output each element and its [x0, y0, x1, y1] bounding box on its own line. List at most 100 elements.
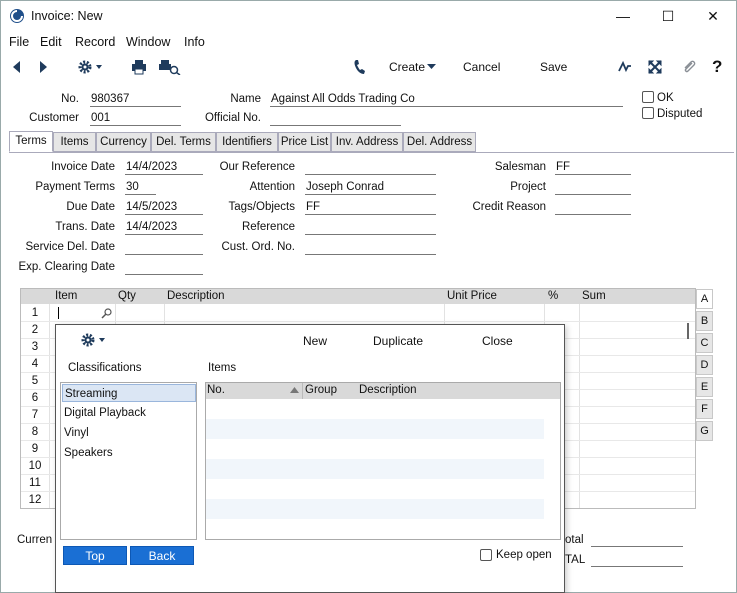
tab-del-address[interactable]: Del. Address [403, 132, 476, 152]
expand-icon[interactable] [648, 60, 662, 74]
currency-label: Curren [17, 534, 53, 546]
menu-window[interactable]: Window [126, 35, 170, 49]
tab-currency[interactable]: Currency [96, 132, 151, 152]
search-paste-icon[interactable] [101, 308, 113, 320]
project-field[interactable] [555, 180, 631, 195]
no-label: No. [61, 93, 79, 105]
ok-checkbox[interactable] [642, 91, 654, 103]
menu-record[interactable]: Record [75, 35, 115, 49]
top-button[interactable]: Top [63, 546, 127, 565]
print-preview-icon[interactable] [159, 59, 181, 75]
classification-item[interactable]: Streaming [62, 384, 196, 402]
app-icon [10, 9, 24, 23]
text-cursor [58, 307, 59, 319]
tab-price-list[interactable]: Price List [278, 132, 331, 152]
items-col-group[interactable]: Group [305, 384, 337, 396]
attention-field[interactable]: Joseph Conrad [305, 180, 436, 195]
credit-reason-field[interactable] [555, 200, 631, 215]
side-tab-g[interactable]: G [696, 421, 713, 441]
attachment-icon[interactable] [682, 59, 696, 75]
service-del-date-field[interactable] [125, 240, 203, 255]
tags-objects-field[interactable]: FF [305, 200, 436, 215]
name-field[interactable]: Against All Odds Trading Co [270, 92, 623, 107]
side-tab-e[interactable]: E [696, 377, 713, 397]
items-col-no[interactable]: No. [207, 384, 225, 396]
popup-gear-icon[interactable] [80, 332, 108, 348]
our-reference-label: Our Reference [219, 161, 295, 173]
menu-file[interactable]: File [9, 35, 29, 49]
phone-icon[interactable] [353, 59, 367, 75]
menu-info[interactable]: Info [184, 35, 205, 49]
tab-identifiers[interactable]: Identifiers [216, 132, 278, 152]
disputed-label: Disputed [657, 108, 703, 120]
col-item: Item [55, 290, 78, 302]
tags-objects-label: Tags/Objects [228, 201, 295, 213]
payment-terms-field[interactable]: 30 [125, 180, 156, 195]
cust-ord-no-field[interactable] [305, 240, 436, 255]
popup-close-button[interactable]: Close [482, 334, 513, 348]
help-icon[interactable]: ? [712, 57, 722, 77]
sort-ascending-icon [290, 387, 299, 393]
popup-new-button[interactable]: New [303, 334, 327, 348]
popup-duplicate-button[interactable]: Duplicate [373, 334, 423, 348]
grid-header: Item Qty Description Unit Price % Sum [21, 289, 695, 304]
invoice-date-field[interactable]: 14/4/2023 [125, 160, 203, 175]
invoice-window: Invoice: New — ☐ ✕ File Edit Record Wind… [0, 0, 737, 593]
previous-record-icon[interactable] [11, 60, 23, 74]
row-number: 7 [31, 409, 39, 421]
tab-items[interactable]: Items [53, 132, 96, 152]
cancel-button[interactable]: Cancel [463, 60, 500, 74]
no-field[interactable]: 980367 [90, 92, 181, 107]
items-heading: Items [208, 362, 237, 374]
row-number: 11 [29, 477, 41, 489]
row-number: 8 [31, 426, 39, 438]
exp-clearing-date-field[interactable] [125, 260, 203, 275]
due-date-field[interactable]: 14/5/2023 [125, 200, 203, 215]
operations-gear-icon[interactable] [77, 59, 105, 75]
keep-open-checkbox[interactable] [480, 549, 492, 561]
service-del-date-label: Service Del. Date [25, 241, 115, 253]
items-col-description[interactable]: Description [359, 384, 417, 396]
classification-item[interactable]: Speakers [62, 444, 196, 462]
side-tab-c[interactable]: C [696, 333, 713, 353]
classification-item[interactable]: Digital Playback [62, 404, 196, 422]
menu-edit[interactable]: Edit [40, 35, 62, 49]
tab-divider [9, 152, 734, 153]
our-reference-field[interactable] [305, 160, 436, 175]
tab-inv-address[interactable]: Inv. Address [331, 132, 403, 152]
official-no-field[interactable] [270, 111, 401, 126]
print-icon[interactable] [131, 59, 147, 75]
row-number: 2 [31, 324, 39, 336]
customer-field[interactable]: 001 [90, 111, 181, 126]
trans-date-field[interactable]: 14/4/2023 [125, 220, 203, 235]
toolbar: Create Cancel Save ? [1, 54, 736, 82]
create-button[interactable]: Create [389, 60, 425, 74]
save-button[interactable]: Save [540, 60, 567, 74]
tab-terms[interactable]: Terms [9, 131, 53, 152]
grid-scrollbar[interactable] [687, 323, 689, 339]
payment-terms-label: Payment Terms [35, 181, 115, 193]
side-tab-a[interactable]: A [696, 289, 713, 309]
side-tab-d[interactable]: D [696, 355, 713, 375]
minimize-button[interactable]: — [603, 5, 643, 27]
salesman-label: Salesman [494, 161, 546, 173]
exp-clearing-date-label: Exp. Clearing Date [18, 261, 115, 273]
create-dropdown-icon[interactable] [427, 64, 436, 70]
col-unit-price: Unit Price [447, 290, 497, 302]
salesman-field[interactable]: FF [555, 160, 631, 175]
classification-item[interactable]: Vinyl [62, 424, 196, 442]
next-record-icon[interactable] [37, 60, 49, 74]
side-tab-f[interactable]: F [696, 399, 713, 419]
reference-field[interactable] [305, 220, 436, 235]
row-number: 4 [31, 358, 39, 370]
disputed-checkbox[interactable] [642, 107, 654, 119]
side-tab-b[interactable]: B [696, 311, 713, 331]
col-qty: Qty [118, 290, 136, 302]
maximize-button[interactable]: ☐ [648, 5, 688, 27]
tab-del-terms[interactable]: Del. Terms [151, 132, 216, 152]
grand-total-label: TAL [565, 554, 586, 566]
row-number: 1 [31, 307, 39, 319]
activity-icon[interactable] [618, 60, 632, 74]
back-button[interactable]: Back [130, 546, 194, 565]
close-window-button[interactable]: ✕ [693, 5, 733, 27]
